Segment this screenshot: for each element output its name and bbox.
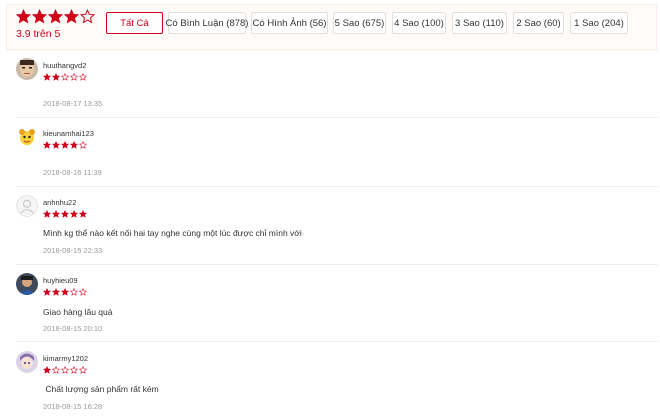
star-outline-icon <box>70 288 78 296</box>
filter-4-star-button[interactable]: 4 Sao (100) <box>392 12 446 34</box>
star-filled-icon <box>43 288 51 296</box>
review-item: anhnhu22 Mình kg thể nào kết nối hai tay… <box>16 195 658 273</box>
star-filled-icon <box>43 73 51 81</box>
star-outline-icon <box>70 366 78 374</box>
filter-2-star-button[interactable]: 2 Sao (60) <box>513 12 564 34</box>
star-filled-icon <box>43 366 51 374</box>
star-filled-icon <box>52 73 60 81</box>
star-filled-icon <box>52 288 60 296</box>
review-stars <box>43 73 87 81</box>
star-outline-icon <box>70 73 78 81</box>
review-item: huyhieu09 Giao hàng lâu quá 2018-08-15 2… <box>16 273 658 351</box>
review-divider <box>16 264 658 265</box>
filter-with-comment-button[interactable]: Có Bình Luận (878) <box>166 12 248 34</box>
star-outline-icon <box>79 366 87 374</box>
star-filled-icon <box>61 210 69 218</box>
review-item: kimarmy1202 Chất lượng sản phẩm rất kém … <box>16 351 658 420</box>
review-stars <box>43 366 87 374</box>
photo-avatar[interactable] <box>16 273 38 295</box>
star-outline-icon <box>61 366 69 374</box>
review-username: kimarmy1202 <box>43 354 89 363</box>
star-filled-icon <box>52 210 60 218</box>
star-filled-icon <box>48 9 63 24</box>
star-filled-icon <box>16 9 31 24</box>
default-user-avatar[interactable] <box>16 195 38 217</box>
star-filled-icon <box>52 141 60 149</box>
star-filled-icon <box>61 141 69 149</box>
review-comment: Giao hàng lâu quá <box>43 307 113 317</box>
star-outline-icon <box>52 366 60 374</box>
review-divider <box>16 117 658 118</box>
review-username: huyhieu09 <box>43 276 78 285</box>
overall-stars <box>16 9 95 24</box>
review-username: anhnhu22 <box>43 198 77 207</box>
review-username: kieunamhai123 <box>43 129 94 138</box>
review-divider <box>16 341 658 342</box>
star-filled-icon <box>32 9 47 24</box>
filter-1-star-button[interactable]: 1 Sao (204) <box>570 12 628 34</box>
review-timestamp: 2018-08-16 11:39 <box>43 168 102 177</box>
review-comment: Chất lượng sản phẩm rất kém <box>43 384 159 394</box>
review-comment: Mình kg thể nào kết nối hai tay nghe cùn… <box>43 228 302 238</box>
cartoon-avatar[interactable] <box>16 126 38 148</box>
filter-5-star-button[interactable]: 5 Sao (675) <box>333 12 386 34</box>
score-text: 3.9 trên 5 <box>16 28 61 40</box>
filter-3-star-button[interactable]: 3 Sao (110) <box>452 12 507 34</box>
review-stars <box>43 141 87 149</box>
anime-avatar[interactable] <box>16 351 38 373</box>
star-filled-icon <box>43 141 51 149</box>
star-filled-icon <box>79 210 87 218</box>
review-stars <box>43 210 87 218</box>
review-divider <box>16 186 658 187</box>
star-filled-icon <box>70 210 78 218</box>
star-outline-icon <box>79 141 87 149</box>
review-username: huuthangvd2 <box>43 61 87 70</box>
review-item: huuthangvd2 2018-08-17 13:35 <box>16 58 658 136</box>
star-filled-icon <box>43 210 51 218</box>
star-filled-icon <box>64 9 79 24</box>
review-timestamp: 2018-08-15 20:10 <box>43 324 103 333</box>
filter-with-image-button[interactable]: Có Hình Ảnh (56) <box>251 12 328 34</box>
star-outline-icon <box>79 288 87 296</box>
review-timestamp: 2018-08-15 22:33 <box>43 246 103 255</box>
star-outline-icon <box>61 73 69 81</box>
star-outline-icon <box>79 73 87 81</box>
review-stars <box>43 288 87 296</box>
star-outline-icon <box>80 9 95 24</box>
star-filled-icon <box>61 288 69 296</box>
review-timestamp: 2018-08-15 16:28 <box>43 402 103 411</box>
review-timestamp: 2018-08-17 13:35 <box>43 99 103 108</box>
filter-all-button[interactable]: Tất Cả <box>106 12 163 34</box>
star-filled-icon <box>70 141 78 149</box>
review-item: kieunamhai123 2018-08-16 11:39 <box>16 126 658 204</box>
overall-score: 3.9 trên 5 <box>16 9 95 40</box>
face-photo-avatar[interactable] <box>16 58 38 80</box>
